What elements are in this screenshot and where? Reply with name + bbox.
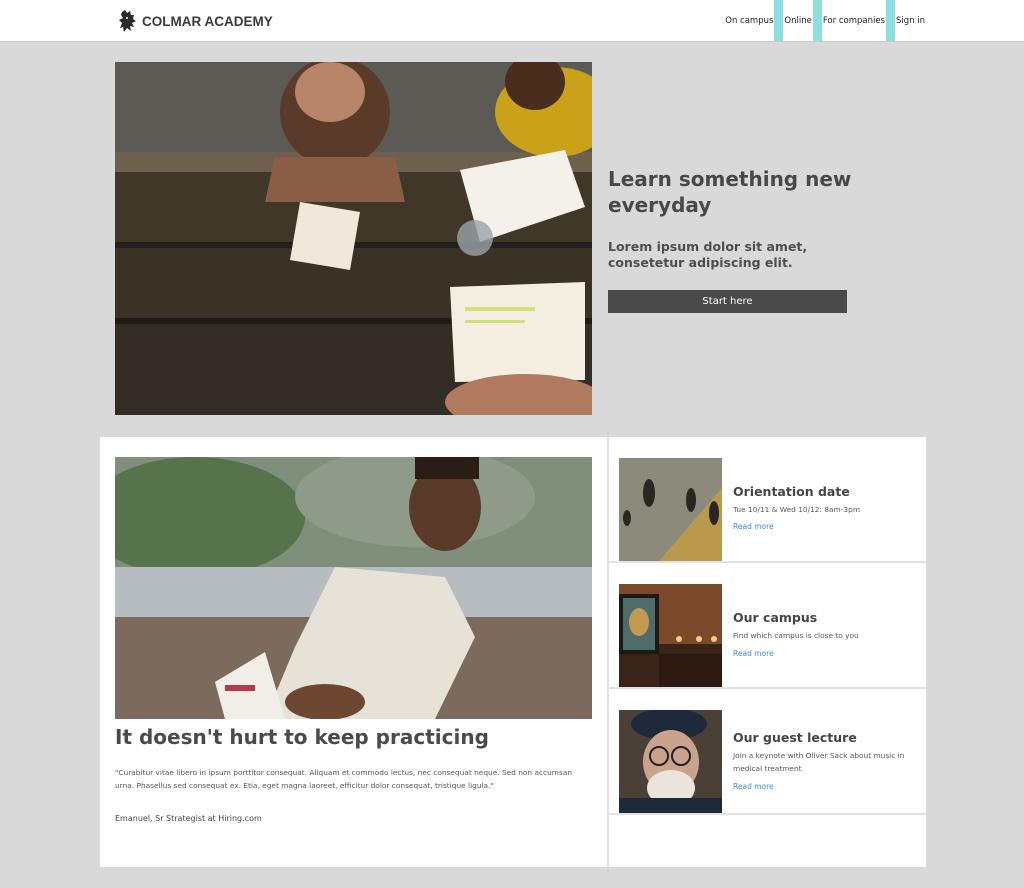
nav-on-campus[interactable]: On campus [724, 0, 774, 41]
card-image [619, 458, 722, 561]
nav-sign-in[interactable]: Sign in [895, 0, 926, 41]
read-more-link[interactable]: Read more [733, 649, 774, 658]
hero-image [115, 62, 592, 415]
content-section: It doesn't hurt to keep practicing "Cura… [100, 437, 926, 867]
read-more-link[interactable]: Read more [733, 522, 774, 531]
card-image [619, 584, 722, 687]
start-here-button[interactable]: Start here [608, 290, 847, 313]
card-title: Orientation date [733, 484, 850, 499]
read-more-link[interactable]: Read more [733, 782, 774, 791]
card-description: Join a keynote with Oliver Sack about mu… [733, 751, 905, 773]
feature-title: It doesn't hurt to keep practicing [115, 725, 489, 749]
feature-author: Emanuel, Sr Strategist at Hiring.com [115, 814, 262, 823]
card-description: Find which campus is close to you [733, 631, 859, 640]
nav-separator [886, 0, 895, 41]
card-orientation: Orientation date Tue 10/11 & Wed 10/12: … [609, 437, 926, 563]
hero-title: Learn something new everyday [608, 167, 852, 217]
card-image [619, 710, 722, 813]
top-navbar: COLMAR ACADEMY On campus Online For comp… [0, 0, 1024, 42]
logo[interactable]: COLMAR ACADEMY [118, 9, 273, 33]
nav-for-companies[interactable]: For companies [822, 0, 886, 41]
card-description: Tue 10/11 & Wed 10/12: 8am-3pm [733, 505, 861, 514]
feature-image [115, 457, 592, 719]
card-title: Our campus [733, 610, 818, 625]
card-title: Our guest lecture [733, 730, 857, 745]
lion-logo-icon [119, 10, 136, 32]
main-nav: On campus Online For companies Sign in [724, 0, 926, 41]
nav-online[interactable]: Online [783, 0, 812, 41]
nav-separator [774, 0, 784, 41]
feature-quote: "Curabitur vitae libero in ipsum porttit… [115, 768, 573, 790]
logo-text: COLMAR ACADEMY [142, 13, 273, 29]
hero-subtitle: Lorem ipsum dolor sit amet, consetetur a… [608, 239, 808, 270]
card-guest-lecture: Our guest lecture Join a keynote with Ol… [609, 689, 926, 815]
nav-separator [812, 0, 822, 41]
card-campus: Our campus Find which campus is close to… [609, 563, 926, 689]
